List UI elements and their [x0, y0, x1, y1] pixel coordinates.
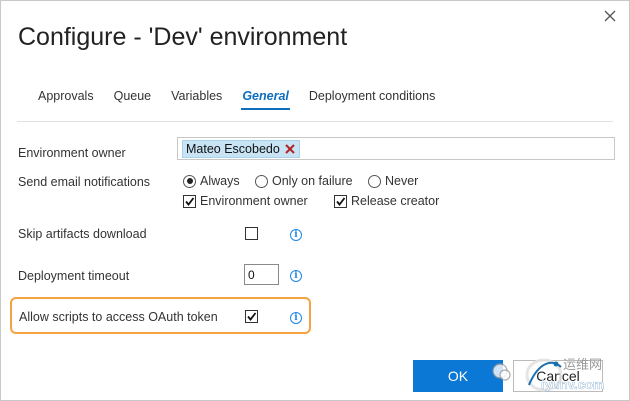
owner-chip-name: Mateo Escobedo	[186, 142, 280, 156]
info-icon[interactable]: i	[290, 312, 302, 324]
radio-only-on-failure-label: Only on failure	[272, 174, 353, 188]
tab-bar: Approvals Queue Variables General Deploy…	[38, 89, 455, 110]
radio-never[interactable]: Never	[368, 174, 418, 188]
tab-approvals[interactable]: Approvals	[38, 89, 94, 109]
radio-unselected-icon	[255, 174, 268, 188]
radio-always-label: Always	[200, 174, 240, 188]
deployment-timeout-label: Deployment timeout	[18, 269, 130, 283]
checkbox-release-creator-label: Release creator	[351, 194, 440, 208]
info-icon[interactable]: i	[290, 270, 302, 282]
owner-chip: Mateo Escobedo	[182, 140, 300, 158]
checkbox-environment-owner-label: Environment owner	[200, 194, 308, 208]
oauth-token-checkbox[interactable]	[245, 310, 258, 323]
tab-queue[interactable]: Queue	[114, 89, 152, 109]
cancel-button[interactable]: Cancel	[513, 360, 603, 392]
dialog-title: Configure - 'Dev' environment	[18, 23, 348, 51]
deployment-timeout-input[interactable]	[244, 264, 279, 285]
environment-owner-field[interactable]: Mateo Escobedo	[177, 137, 615, 160]
radio-only-on-failure[interactable]: Only on failure	[255, 174, 353, 188]
skip-artifacts-checkbox[interactable]	[245, 227, 258, 240]
email-notifications-label: Send email notifications	[18, 175, 151, 189]
environment-owner-label: Environment owner	[18, 146, 126, 160]
checkbox-release-creator[interactable]: Release creator	[334, 194, 439, 208]
radio-never-label: Never	[385, 174, 419, 188]
info-icon[interactable]: i	[290, 229, 302, 241]
tab-general[interactable]: General	[241, 89, 290, 110]
skip-artifacts-label: Skip artifacts download	[18, 227, 147, 241]
tab-deployment-conditions[interactable]: Deployment conditions	[309, 89, 435, 109]
radio-selected-icon	[183, 174, 196, 188]
ok-button[interactable]: OK	[413, 360, 503, 392]
radio-always[interactable]: Always	[183, 174, 240, 188]
tab-divider	[17, 121, 613, 122]
close-icon[interactable]	[603, 9, 617, 23]
radio-unselected-icon	[368, 174, 381, 188]
tab-variables[interactable]: Variables	[171, 89, 222, 109]
checkbox-checked-icon	[334, 194, 347, 208]
configure-environment-dialog: Configure - 'Dev' environment Approvals …	[0, 0, 630, 401]
checkbox-checked-icon	[183, 194, 196, 208]
oauth-token-label: Allow scripts to access OAuth token	[19, 310, 218, 324]
checkbox-environment-owner[interactable]: Environment owner	[183, 194, 308, 208]
remove-x-icon[interactable]	[284, 143, 296, 155]
